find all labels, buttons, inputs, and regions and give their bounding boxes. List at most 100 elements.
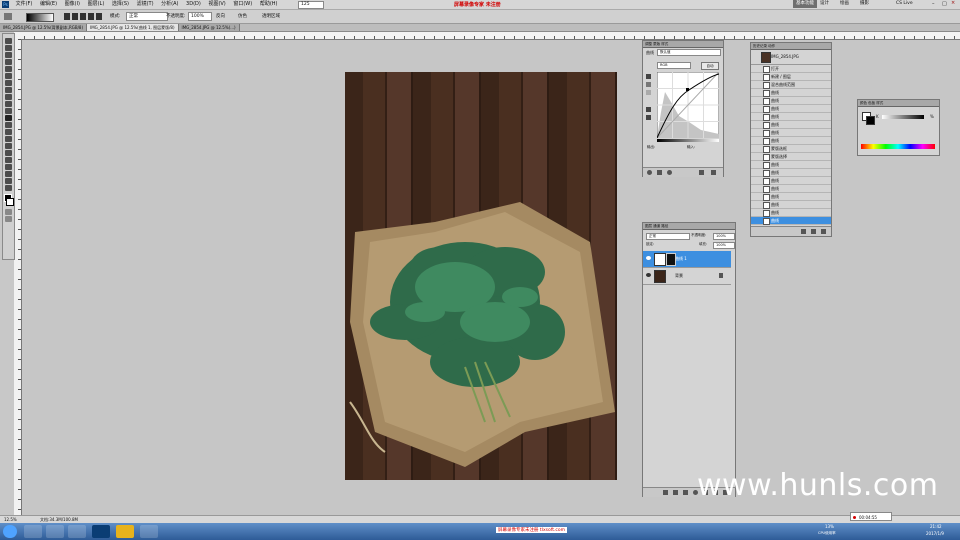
history-item[interactable]: 曲线 bbox=[751, 121, 831, 129]
maximize-icon[interactable]: □ bbox=[942, 1, 948, 7]
tab-masks[interactable]: 蒙版 bbox=[653, 42, 660, 46]
dither-checkbox[interactable]: 仿色 bbox=[238, 13, 247, 20]
type-tool-icon[interactable] bbox=[5, 143, 12, 149]
gradient-type-buttons[interactable] bbox=[64, 13, 104, 20]
zoom-field[interactable]: 125 bbox=[298, 1, 324, 9]
history-item[interactable]: 蒙版选框 bbox=[751, 145, 831, 153]
3d-orbit-tool-icon[interactable] bbox=[5, 171, 12, 177]
tab-history[interactable]: 历史记录 bbox=[753, 44, 767, 48]
curve-tool-icons[interactable] bbox=[646, 74, 652, 134]
menu-help[interactable]: 帮助(H) bbox=[257, 0, 281, 9]
history-item[interactable]: 打开 bbox=[751, 65, 831, 73]
taskbar-app-1-icon[interactable] bbox=[24, 525, 42, 538]
zoom-tool-icon[interactable] bbox=[5, 185, 12, 191]
color-ramp[interactable] bbox=[861, 144, 935, 149]
path-select-tool-icon[interactable] bbox=[5, 150, 12, 156]
eyedropper-gray-icon[interactable] bbox=[646, 82, 651, 87]
clock-time[interactable]: 21:42 bbox=[930, 524, 942, 529]
taskbar-explorer-icon[interactable] bbox=[46, 525, 64, 538]
tab-color-styles[interactable]: 样式 bbox=[876, 101, 883, 105]
close-icon[interactable]: × bbox=[951, 0, 958, 8]
tab-color[interactable]: 颜色 bbox=[860, 101, 867, 105]
tab-adjustments[interactable]: 调整 bbox=[645, 42, 652, 46]
layer-opacity-input[interactable]: 100% bbox=[713, 233, 735, 240]
layer-curves-1[interactable]: 曲线 1 bbox=[643, 251, 731, 268]
gradient-tool-active-icon[interactable] bbox=[5, 115, 12, 121]
dodge-tool-icon[interactable] bbox=[5, 129, 12, 135]
fill-input[interactable]: 100% bbox=[713, 242, 735, 249]
add-mask-icon[interactable] bbox=[683, 490, 688, 495]
menu-file[interactable]: 文件(F) bbox=[13, 0, 36, 9]
tab-doc-3[interactable]: IMG_2854.JPG @ 12.5%(...) bbox=[178, 24, 240, 31]
menu-analysis[interactable]: 分析(A) bbox=[158, 0, 181, 9]
mode-select[interactable]: 正常 bbox=[126, 12, 168, 21]
gradient-picker[interactable] bbox=[26, 13, 54, 22]
auto-button[interactable]: 自动 bbox=[701, 62, 719, 70]
menu-filter[interactable]: 滤镜(T) bbox=[134, 0, 157, 9]
channel-select[interactable]: RGB bbox=[657, 62, 691, 69]
quick-select-tool-icon[interactable] bbox=[5, 59, 12, 65]
curves-graph[interactable] bbox=[657, 72, 719, 138]
history-item[interactable]: 蒙版选择 bbox=[751, 153, 831, 161]
reset-icon[interactable] bbox=[699, 170, 704, 175]
new-snapshot-icon[interactable] bbox=[811, 229, 816, 234]
curve-point-icon[interactable] bbox=[646, 107, 651, 112]
history-item[interactable]: 混合曲线范围 bbox=[751, 81, 831, 89]
brush-tool-icon[interactable] bbox=[5, 87, 12, 93]
hand-tool-icon[interactable] bbox=[5, 178, 12, 184]
menu-image[interactable]: 图像(I) bbox=[62, 0, 83, 9]
menu-edit[interactable]: 编辑(E) bbox=[37, 0, 60, 9]
taskbar-recorder-icon[interactable] bbox=[140, 525, 158, 538]
gradient-tool-icon[interactable] bbox=[4, 13, 12, 20]
layer-background[interactable]: 背景 bbox=[643, 268, 731, 285]
history-item[interactable]: 曲线 bbox=[751, 169, 831, 177]
tab-swatches[interactable]: 色板 bbox=[868, 101, 875, 105]
layer-visibility-eye-icon[interactable] bbox=[646, 273, 651, 277]
link-layers-icon[interactable] bbox=[663, 490, 668, 495]
layer-style-icon[interactable] bbox=[673, 490, 678, 495]
marquee-tool-icon[interactable] bbox=[5, 45, 12, 51]
blur-tool-icon[interactable] bbox=[5, 122, 12, 128]
taskbar-photoshop-icon[interactable] bbox=[92, 525, 110, 538]
trash-icon[interactable] bbox=[711, 170, 716, 175]
transparency-checkbox[interactable]: 透明区域 bbox=[262, 13, 280, 20]
visibility-icon[interactable] bbox=[667, 170, 672, 175]
cs-live-button[interactable]: CS Live bbox=[896, 0, 913, 8]
k-value[interactable]: % bbox=[930, 114, 934, 119]
delete-state-icon[interactable] bbox=[821, 229, 826, 234]
taskbar-app-2-icon[interactable] bbox=[116, 525, 134, 538]
history-item[interactable]: 曲线 bbox=[751, 209, 831, 217]
history-item[interactable]: 新建 / 图层 bbox=[751, 73, 831, 81]
tab-channels[interactable]: 通道 bbox=[653, 224, 660, 228]
color-background-swatch[interactable] bbox=[866, 116, 875, 125]
layer-visibility-eye-icon[interactable] bbox=[646, 256, 651, 260]
menu-window[interactable]: 窗口(W) bbox=[230, 0, 255, 9]
move-tool-icon[interactable] bbox=[5, 38, 12, 44]
history-item[interactable]: 曲线 bbox=[751, 137, 831, 145]
screen-mode-icon[interactable] bbox=[5, 216, 12, 222]
tab-doc-1[interactable]: IMG_2854.JPG @ 12.5%(背景副本,RGB/8) bbox=[0, 24, 88, 31]
start-button-icon[interactable] bbox=[3, 525, 17, 538]
history-item[interactable]: 曲线 bbox=[751, 177, 831, 185]
history-item[interactable]: 曲线 bbox=[751, 97, 831, 105]
tab-styles[interactable]: 样式 bbox=[661, 42, 668, 46]
history-brush-tool-icon[interactable] bbox=[5, 101, 12, 107]
history-item[interactable]: 曲线 bbox=[751, 217, 831, 225]
eraser-tool-icon[interactable] bbox=[5, 108, 12, 114]
shape-tool-icon[interactable] bbox=[5, 157, 12, 163]
3d-rotate-tool-icon[interactable] bbox=[5, 164, 12, 170]
menu-3d[interactable]: 3D(D) bbox=[183, 0, 204, 9]
curve-pencil-icon[interactable] bbox=[646, 115, 651, 120]
history-item[interactable]: 曲线 bbox=[751, 161, 831, 169]
crop-tool-icon[interactable] bbox=[5, 66, 12, 72]
minimize-icon[interactable]: – bbox=[932, 1, 938, 7]
workspace-design-button[interactable]: 设计 bbox=[820, 0, 829, 8]
reverse-checkbox[interactable]: 反向 bbox=[216, 13, 225, 20]
history-item[interactable]: 曲线 bbox=[751, 89, 831, 97]
k-slider[interactable] bbox=[882, 115, 924, 119]
tab-doc-2[interactable]: IMG_2854.JPG @ 12.5%(曲线 1, 图层蒙版/8) bbox=[87, 24, 179, 31]
eyedropper-white-icon[interactable] bbox=[646, 90, 651, 95]
workspace-essentials-button[interactable]: 基本功能 bbox=[793, 0, 817, 8]
taskbar-chrome-icon[interactable] bbox=[68, 525, 86, 538]
menu-layer[interactable]: 图层(L) bbox=[85, 0, 108, 9]
